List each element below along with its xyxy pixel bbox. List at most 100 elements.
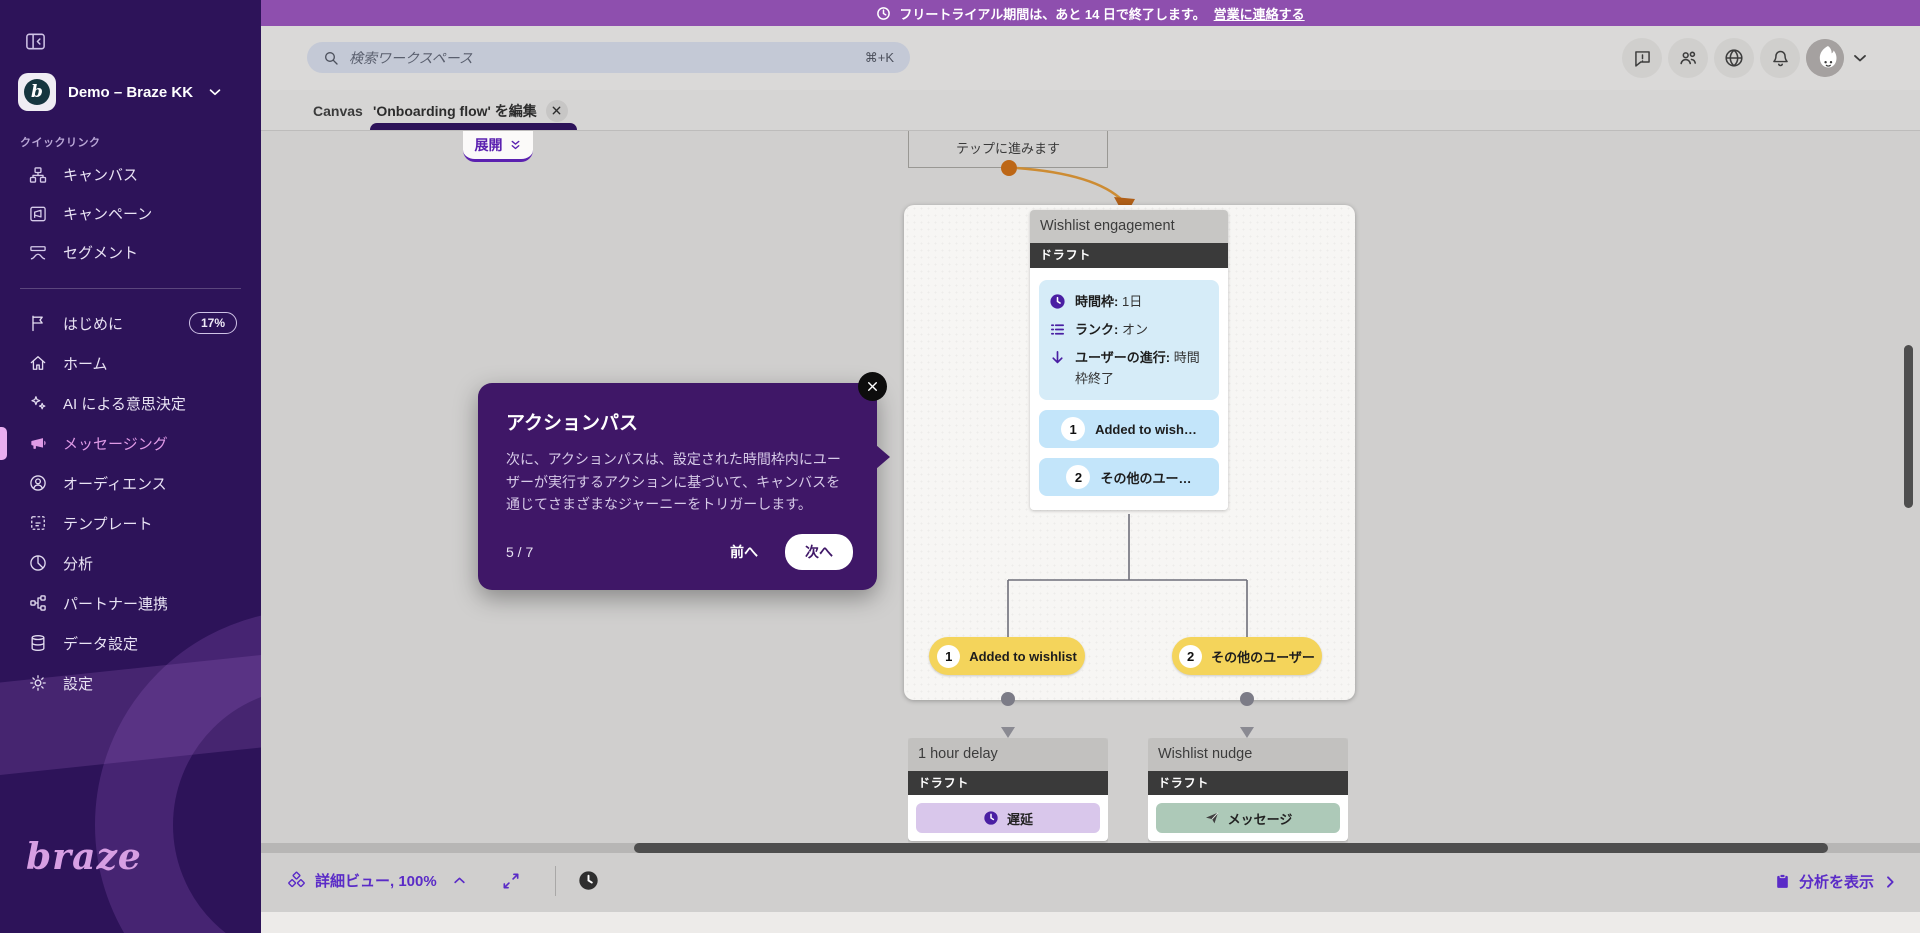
sidebar-item-ai-decisioning[interactable]: AI による意思決定 bbox=[0, 383, 261, 423]
branch-everyone-else[interactable]: 2 その他のユーザー bbox=[1172, 637, 1322, 675]
node-title: Wishlist engagement bbox=[1030, 210, 1228, 243]
chevron-up-icon bbox=[452, 873, 467, 888]
sparkles-icon bbox=[28, 393, 48, 413]
node-status-badge: ドラフト bbox=[1030, 243, 1228, 268]
tour-progress: 5 / 7 bbox=[506, 544, 533, 560]
expand-button[interactable]: 展開 bbox=[463, 131, 533, 162]
clock-icon bbox=[876, 6, 891, 21]
globe-icon[interactable] bbox=[1714, 38, 1754, 78]
node-title: Wishlist nudge bbox=[1148, 738, 1348, 771]
tour-tooltip: アクションパス 次に、アクションパスは、設定された時間枠内にユーザーが実行するア… bbox=[478, 383, 877, 590]
tab-bar: Canvas 'Onboarding flow' を編集 bbox=[261, 90, 1920, 131]
ordered-list-icon bbox=[1049, 321, 1066, 338]
workspace-selector[interactable]: b Demo – Braze KK bbox=[18, 70, 244, 114]
sidebar-item-data-settings[interactable]: データ設定 bbox=[0, 623, 261, 663]
property-advancement: ユーザーの進行: 時間枠終了 bbox=[1049, 347, 1209, 389]
search-shortcut: ⌘+K bbox=[865, 50, 894, 66]
feedback-bubble-icon[interactable] bbox=[1622, 38, 1662, 78]
sidebar-item-campaign[interactable]: キャンペーン bbox=[0, 194, 261, 233]
close-icon[interactable] bbox=[858, 372, 887, 401]
tab-canvas[interactable]: Canvas bbox=[313, 90, 363, 131]
canvas-footer: 詳細ビュー, 100% 分析を表示 bbox=[261, 855, 1920, 912]
property-timeframe: 時間枠: 1日 bbox=[1049, 291, 1209, 312]
chevron-down-icon bbox=[206, 83, 224, 101]
quick-links-label: クイックリンク bbox=[20, 134, 101, 150]
sidebar-item-canvas[interactable]: キャンバス bbox=[0, 155, 261, 194]
node-option-2[interactable]: 2 その他のユー… bbox=[1039, 458, 1219, 496]
sidebar-item-templates[interactable]: テンプレート bbox=[0, 503, 261, 543]
workspace-name: Demo – Braze KK bbox=[68, 84, 194, 101]
sidebar-item-messaging[interactable]: メッセージング bbox=[0, 423, 261, 463]
node-status-badge: ドラフト bbox=[1148, 771, 1348, 795]
database-icon bbox=[28, 633, 48, 653]
segment-icon bbox=[28, 243, 48, 263]
canvas-area: 展開 テップに進みます Wishlist engagement ドラフト 時間枠… bbox=[261, 131, 1920, 855]
users-icon[interactable] bbox=[1668, 38, 1708, 78]
bell-icon[interactable] bbox=[1760, 38, 1800, 78]
sidebar-item-segment[interactable]: セグメント bbox=[0, 233, 261, 272]
detail-view-selector[interactable]: 詳細ビュー, 100% bbox=[287, 870, 467, 891]
sidebar-item-partners[interactable]: パートナー連携 bbox=[0, 583, 261, 623]
show-analytics-label: 分析を表示 bbox=[1799, 871, 1874, 892]
active-indicator bbox=[0, 427, 7, 460]
sidebar-item-settings[interactable]: 設定 bbox=[0, 663, 261, 703]
active-tab-indicator bbox=[370, 123, 577, 130]
sitemap-icon bbox=[28, 165, 48, 185]
sidebar-item-home[interactable]: ホーム bbox=[0, 343, 261, 383]
node-1-hour-delay[interactable]: 1 hour delay ドラフト 遅延 bbox=[908, 738, 1108, 843]
sidebar-item-audience[interactable]: オーディエンス bbox=[0, 463, 261, 503]
delay-chip: 遅延 bbox=[916, 803, 1100, 833]
progress-badge: 17% bbox=[189, 312, 237, 334]
partner-nodes-icon bbox=[28, 593, 48, 613]
tooltip-arrow bbox=[876, 445, 890, 469]
topbar-icons bbox=[1622, 38, 1870, 78]
contact-sales-link[interactable]: 営業に連絡する bbox=[1214, 4, 1305, 23]
node-title: 1 hour delay bbox=[908, 738, 1108, 771]
node-wishlist-nudge[interactable]: Wishlist nudge ドラフト メッセージ bbox=[1148, 738, 1348, 843]
avatar[interactable] bbox=[1806, 39, 1844, 77]
sidebar-item-getting-started[interactable]: はじめに 17% bbox=[0, 303, 261, 343]
clock-filled-icon bbox=[1049, 293, 1066, 310]
chevron-right-icon bbox=[1882, 874, 1898, 890]
search-input[interactable] bbox=[349, 50, 855, 66]
trial-banner: フリートライアル期間は、あと 14 日で終了します。 営業に連絡する bbox=[261, 0, 1920, 26]
search-icon bbox=[323, 50, 339, 66]
messaging-megaphone-icon bbox=[28, 433, 48, 453]
tour-body: 次に、アクションパスは、設定された時間枠内にユーザーが実行するアクションに基づい… bbox=[506, 448, 849, 516]
arrow-down-icon bbox=[1049, 349, 1066, 366]
horizontal-scrollbar-thumb[interactable] bbox=[634, 843, 1828, 853]
footer-divider bbox=[555, 866, 556, 896]
previous-button[interactable]: 前へ bbox=[730, 542, 758, 562]
node-properties: 時間枠: 1日 ランク: オン ユーザーの進行: 時間枠終了 bbox=[1039, 280, 1219, 400]
node-status-badge: ドラフト bbox=[908, 771, 1108, 795]
history-clock-icon[interactable] bbox=[578, 870, 599, 891]
sidebar-nav: はじめに 17% ホーム AI による意思決定 メッセージング オーディエンス … bbox=[0, 303, 261, 703]
node-option-1[interactable]: 1 Added to wish… bbox=[1039, 410, 1219, 448]
bottom-strip bbox=[261, 912, 1920, 933]
sidebar-collapse-icon[interactable] bbox=[24, 30, 47, 53]
pie-chart-icon bbox=[28, 553, 48, 573]
show-analytics-button[interactable]: 分析を表示 bbox=[1774, 871, 1898, 892]
message-chip: メッセージ bbox=[1156, 803, 1340, 833]
clipboard-icon bbox=[1774, 873, 1791, 890]
node-body: 遅延 bbox=[908, 795, 1108, 841]
workspace-search[interactable]: ⌘+K bbox=[307, 42, 910, 73]
braze-logo-icon: b bbox=[24, 79, 50, 105]
flag-icon bbox=[28, 313, 48, 333]
node-wishlist-engagement[interactable]: Wishlist engagement ドラフト 時間枠: 1日 ランク: オン… bbox=[1030, 210, 1228, 510]
template-icon bbox=[28, 513, 48, 533]
account-chevron-down-icon[interactable] bbox=[1850, 48, 1870, 68]
sidebar-item-analytics[interactable]: 分析 bbox=[0, 543, 261, 583]
branch-added-to-wishlist[interactable]: 1 Added to wishlist bbox=[929, 637, 1085, 675]
clock-filled-icon bbox=[983, 810, 999, 826]
trial-banner-text: フリートライアル期間は、あと 14 日で終了します。 bbox=[899, 4, 1205, 23]
next-button[interactable]: 次へ bbox=[785, 534, 853, 570]
paper-plane-icon bbox=[1204, 810, 1220, 826]
fullscreen-expand-icon[interactable] bbox=[501, 871, 521, 891]
detail-view-label: 詳細ビュー, 100% bbox=[315, 870, 437, 891]
cubes-icon bbox=[287, 871, 306, 890]
tab-close-icon[interactable] bbox=[546, 100, 568, 122]
sidebar: b Demo – Braze KK クイックリンク キャンバス キャンペーン セ… bbox=[0, 0, 261, 933]
vertical-scrollbar-thumb[interactable] bbox=[1904, 345, 1913, 508]
megaphone-box-icon bbox=[28, 204, 48, 224]
